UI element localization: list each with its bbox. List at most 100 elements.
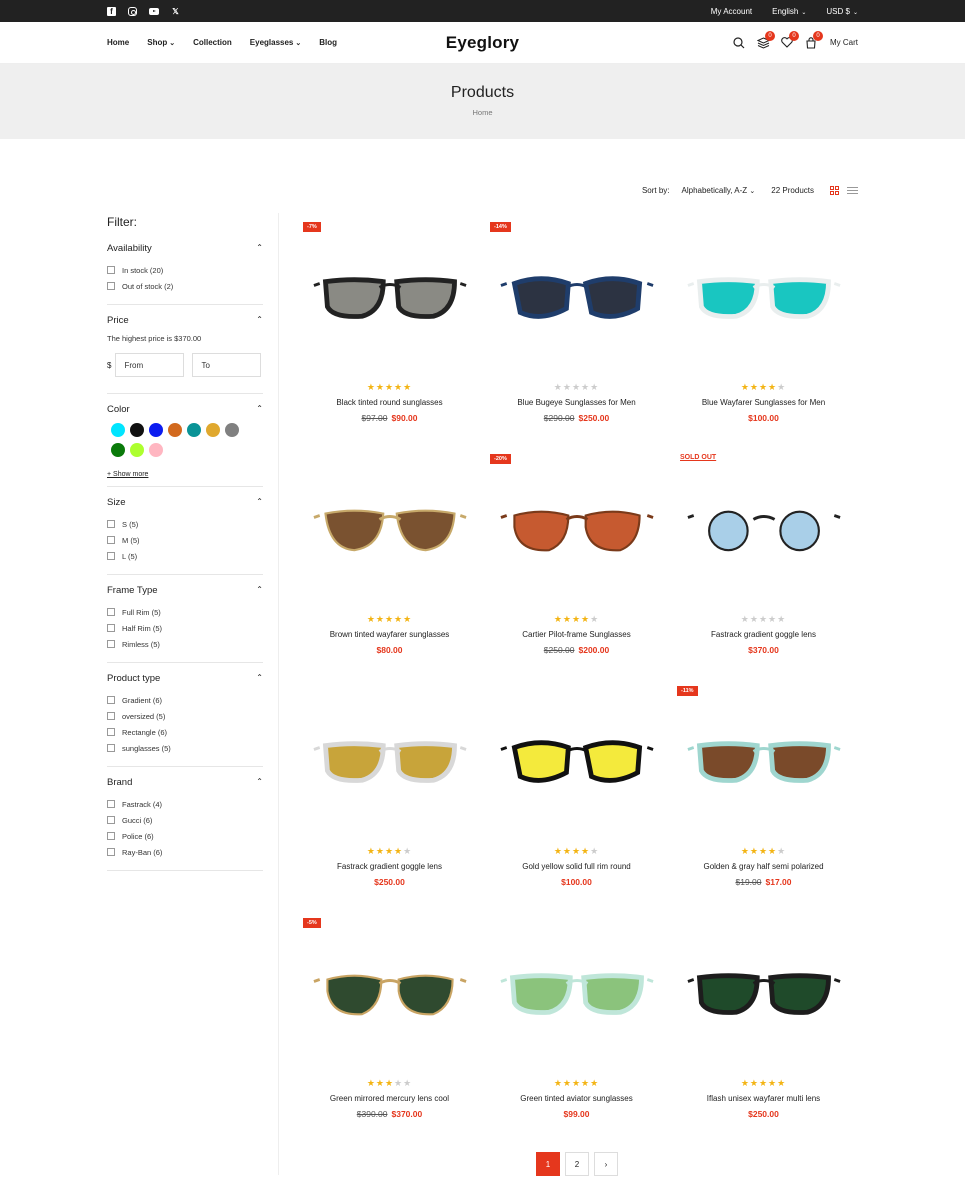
product-image[interactable] <box>296 217 483 377</box>
price-from-input[interactable]: From <box>115 353 185 377</box>
color-swatch[interactable] <box>187 423 201 437</box>
product-name[interactable]: Black tinted round sunglasses <box>296 398 483 407</box>
product-image[interactable] <box>670 681 857 841</box>
product-name[interactable]: Cartier Pilot-frame Sunglasses <box>483 630 670 639</box>
filter-option[interactable]: Fastrack (4) <box>107 796 263 812</box>
product-name[interactable]: Brown tinted wayfarer sunglasses <box>296 630 483 639</box>
filter-option[interactable]: S (5) <box>107 516 263 532</box>
product-card[interactable]: -11% ★★★★★ Golden & gray half semi polari… <box>670 681 857 913</box>
filter-option[interactable]: Rectangle (6) <box>107 724 263 740</box>
price-to-input[interactable]: To <box>192 353 262 377</box>
show-more-link[interactable]: + Show more <box>107 471 263 478</box>
product-image[interactable] <box>296 913 483 1073</box>
checkbox[interactable] <box>107 536 115 544</box>
color-swatch[interactable] <box>111 423 125 437</box>
checkbox[interactable] <box>107 266 115 274</box>
checkbox[interactable] <box>107 282 115 290</box>
filter-header[interactable]: Size ⌃ <box>107 497 263 508</box>
product-name[interactable]: Blue Bugeye Sunglasses for Men <box>483 398 670 407</box>
filter-option[interactable]: Half Rim (5) <box>107 620 263 636</box>
product-image[interactable] <box>670 217 857 377</box>
color-swatch[interactable] <box>168 423 182 437</box>
checkbox[interactable] <box>107 800 115 808</box>
sort-select[interactable]: Alphabetically, A-Z ⌄ <box>682 186 756 195</box>
nav-blog[interactable]: Blog <box>319 38 337 47</box>
color-swatch[interactable] <box>111 443 125 457</box>
filter-header[interactable]: Price ⌃ <box>107 315 263 326</box>
filter-header[interactable]: Frame Type ⌃ <box>107 585 263 596</box>
filter-option[interactable]: M (5) <box>107 532 263 548</box>
checkbox[interactable] <box>107 832 115 840</box>
product-card[interactable]: ★★★★★ Fastrack gradient goggle lens $250.0… <box>296 681 483 913</box>
filter-option[interactable]: In stock (20) <box>107 262 263 278</box>
color-swatch[interactable] <box>225 423 239 437</box>
product-name[interactable]: Gold yellow solid full rim round <box>483 862 670 871</box>
site-logo[interactable]: Eyeglory <box>446 33 519 53</box>
nav-home[interactable]: Home <box>107 38 129 47</box>
cart-label[interactable]: My Cart <box>830 38 858 47</box>
product-image[interactable] <box>296 449 483 609</box>
checkbox[interactable] <box>107 848 115 856</box>
product-name[interactable]: Green tinted aviator sunglasses <box>483 1094 670 1103</box>
checkbox[interactable] <box>107 640 115 648</box>
product-name[interactable]: Golden & gray half semi polarized <box>670 862 857 871</box>
product-card[interactable]: ★★★★★ Iflash unisex wayfarer multi lens $2… <box>670 913 857 1145</box>
product-name[interactable]: Iflash unisex wayfarer multi lens <box>670 1094 857 1103</box>
product-image[interactable] <box>483 217 670 377</box>
product-image[interactable] <box>483 449 670 609</box>
filter-option[interactable]: Out of stock (2) <box>107 278 263 294</box>
product-card[interactable]: -14% ★★★★★ Blue Bugeye Sunglasses for Men… <box>483 217 670 449</box>
youtube-icon[interactable] <box>149 7 159 15</box>
product-card[interactable]: ★★★★★ Brown tinted wayfarer sunglasses $80… <box>296 449 483 681</box>
product-image[interactable] <box>296 681 483 841</box>
page-1-button[interactable]: 1 <box>536 1152 560 1176</box>
checkbox[interactable] <box>107 728 115 736</box>
color-swatch[interactable] <box>206 423 220 437</box>
language-selector[interactable]: English ⌄ <box>772 7 806 16</box>
checkbox[interactable] <box>107 696 115 704</box>
filter-option[interactable]: sunglasses (5) <box>107 740 263 756</box>
currency-selector[interactable]: USD $ ⌄ <box>826 7 858 16</box>
filter-option[interactable]: Ray-Ban (6) <box>107 844 263 860</box>
color-swatch[interactable] <box>130 443 144 457</box>
color-swatch[interactable] <box>130 423 144 437</box>
checkbox[interactable] <box>107 552 115 560</box>
search-icon[interactable] <box>732 36 746 50</box>
filter-option[interactable]: L (5) <box>107 548 263 564</box>
product-card[interactable]: -5% ★★★★★ Green mirrored mercury lens coo… <box>296 913 483 1145</box>
product-name[interactable]: Green mirrored mercury lens cool <box>296 1094 483 1103</box>
nav-shop[interactable]: Shop <box>147 38 175 47</box>
checkbox[interactable] <box>107 816 115 824</box>
product-name[interactable]: Fastrack gradient goggle lens <box>670 630 857 639</box>
filter-header[interactable]: Color ⌃ <box>107 404 263 415</box>
list-view-icon[interactable] <box>847 186 858 195</box>
filter-option[interactable]: Gradient (6) <box>107 692 263 708</box>
filter-option[interactable]: Gucci (6) <box>107 812 263 828</box>
x-icon[interactable]: 𝕏 <box>171 7 180 16</box>
nav-collection[interactable]: Collection <box>193 38 232 47</box>
filter-option[interactable]: Police (6) <box>107 828 263 844</box>
product-image[interactable] <box>670 913 857 1073</box>
cart-icon[interactable]: 0 <box>804 30 823 50</box>
checkbox[interactable] <box>107 520 115 528</box>
filter-option[interactable]: Full Rim (5) <box>107 604 263 620</box>
product-card[interactable]: -7% ★★★★★ Black tinted round sunglasses $9… <box>296 217 483 449</box>
color-swatch[interactable] <box>149 443 163 457</box>
product-image[interactable] <box>670 449 857 609</box>
checkbox[interactable] <box>107 744 115 752</box>
page-2-button[interactable]: 2 <box>565 1152 589 1176</box>
filter-option[interactable]: oversized (5) <box>107 708 263 724</box>
product-card[interactable]: SOLD OUT ★★★★★ Fastrack gradient goggle l… <box>670 449 857 681</box>
compare-icon[interactable]: 0 <box>756 30 775 50</box>
checkbox[interactable] <box>107 608 115 616</box>
filter-header[interactable]: Brand ⌃ <box>107 777 263 788</box>
breadcrumb[interactable]: Home <box>0 108 965 117</box>
product-card[interactable]: ★★★★★ Gold yellow solid full rim round $10… <box>483 681 670 913</box>
wishlist-icon[interactable]: 0 <box>780 30 799 50</box>
next-page-button[interactable]: › <box>594 1152 618 1176</box>
filter-header[interactable]: Product type ⌃ <box>107 673 263 684</box>
my-account-link[interactable]: My Account <box>711 7 752 16</box>
grid-view-icon[interactable] <box>830 186 839 195</box>
product-card[interactable]: -20% ★★★★★ Cartier Pilot-frame Sunglasses… <box>483 449 670 681</box>
product-card[interactable]: ★★★★★ Green tinted aviator sunglasses $99.… <box>483 913 670 1145</box>
